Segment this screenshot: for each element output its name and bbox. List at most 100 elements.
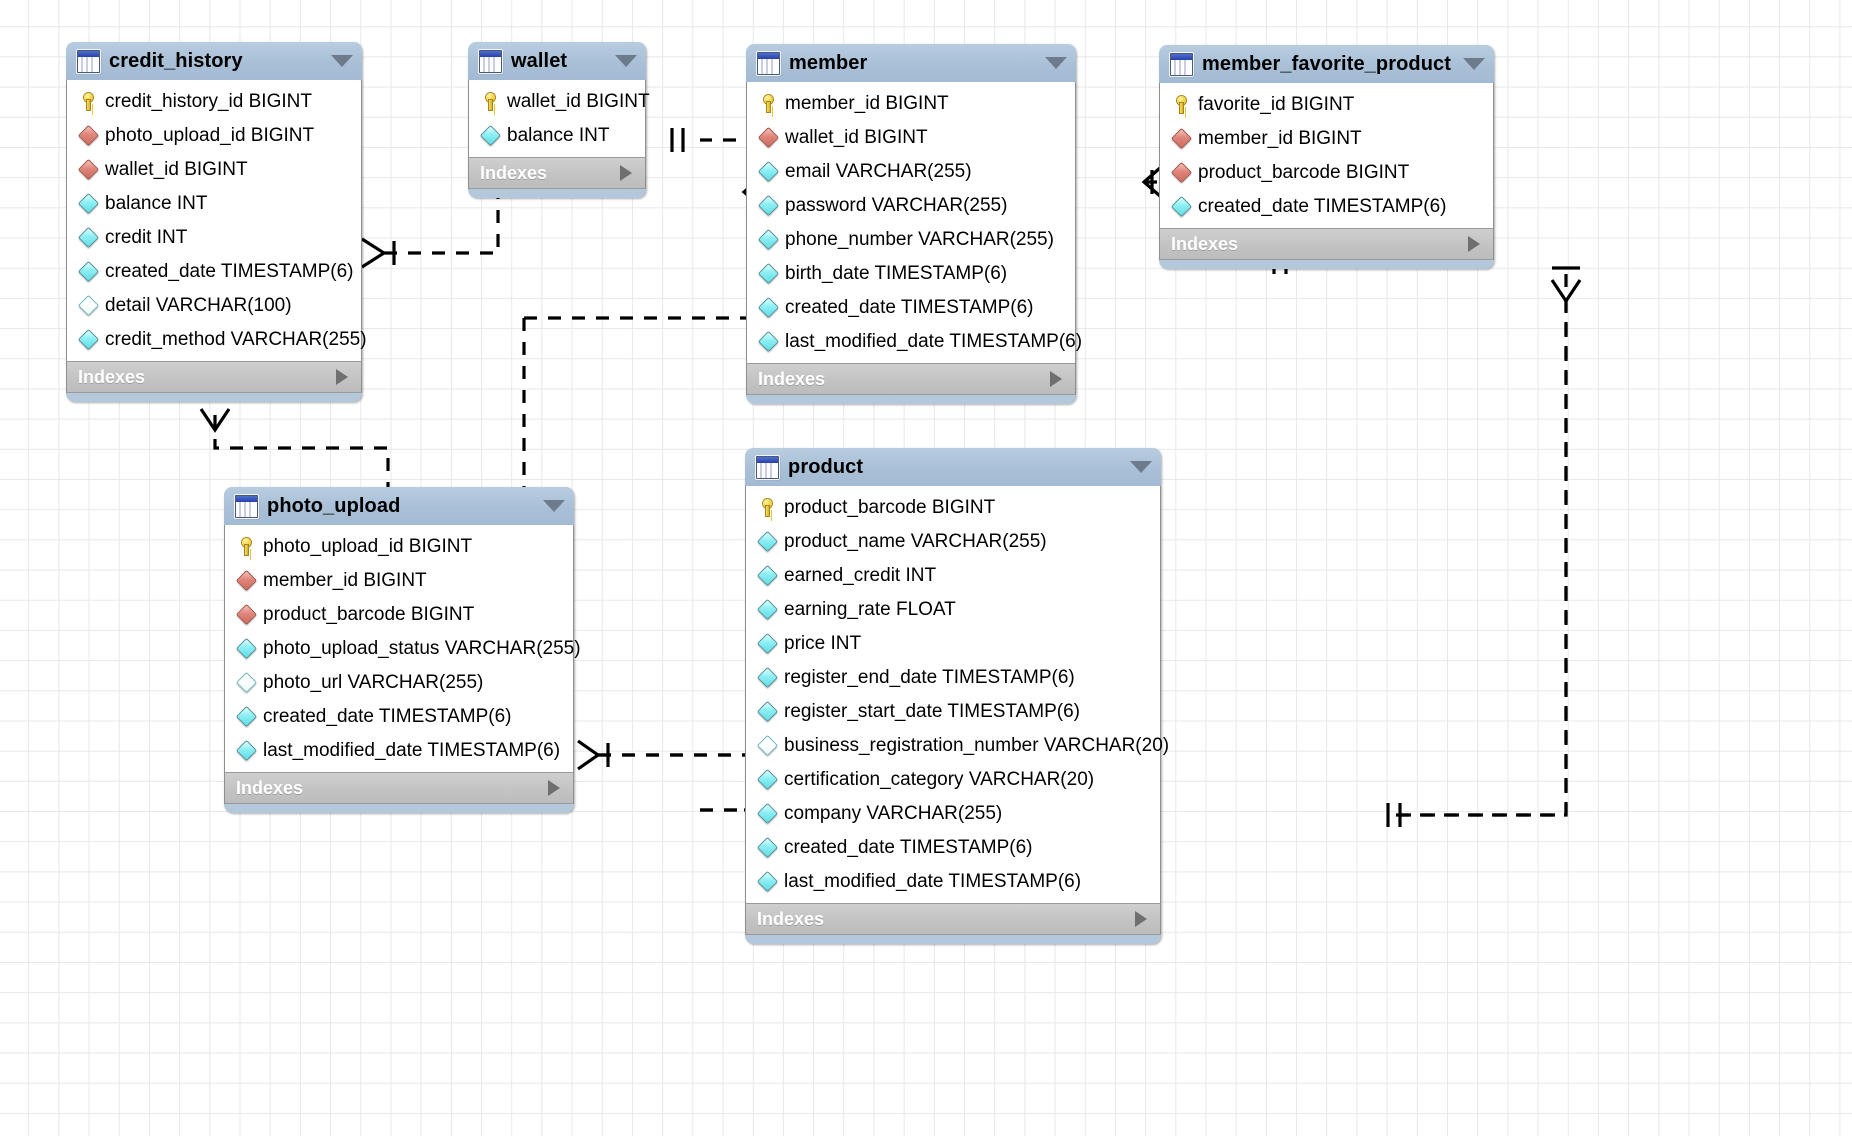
column-row[interactable]: product_barcode BIGINT [1160,155,1493,189]
chevron-down-icon[interactable] [1463,58,1485,70]
table-name: member_favorite_product [1202,52,1452,75]
column-row[interactable]: photo_upload_id BIGINT [67,118,361,152]
diamond-cyan-icon [756,768,778,790]
column-icon [77,294,99,316]
diamond-cyan-icon [756,700,778,722]
diamond-cyan-icon [756,564,778,586]
table-wallet[interactable]: wallet wallet_id BIGINT balance INT Indexes [468,42,650,198]
triangle-right-icon[interactable] [620,165,632,181]
table-product[interactable]: product product_barcode BIGINT product_nam… [745,448,1169,944]
column-row[interactable]: created_date TIMESTAMP(6) [67,254,361,288]
column-icon [235,603,257,625]
column-row[interactable]: earned_credit INT [746,558,1160,592]
triangle-right-icon[interactable] [1050,371,1062,387]
column-row[interactable]: created_date TIMESTAMP(6) [747,290,1075,324]
diamond-cyan-icon [77,192,99,214]
indexes-section-member_favorite_product[interactable]: Indexes [1159,228,1494,260]
column-row[interactable]: last_modified_date TIMESTAMP(6) [747,324,1082,358]
column-label: wallet_id BIGINT [507,90,650,112]
column-label: created_date TIMESTAMP(6) [1198,195,1447,217]
table-credit_history[interactable]: credit_history credit_history_id BIGINT ph… [66,42,367,402]
column-row[interactable]: created_date TIMESTAMP(6) [746,830,1160,864]
chevron-down-icon[interactable] [331,55,353,67]
column-label: product_barcode BIGINT [1198,161,1410,183]
column-row[interactable]: product_barcode BIGINT [746,490,1160,524]
column-row[interactable]: business_registration_number VARCHAR(20) [746,728,1169,762]
column-row[interactable]: product_barcode BIGINT [225,597,573,631]
table-member[interactable]: member member_id BIGINT wallet_id BIGINT em… [746,44,1082,404]
column-row[interactable]: photo_url VARCHAR(255) [225,665,573,699]
chevron-down-icon[interactable] [1130,461,1152,473]
column-row[interactable]: member_id BIGINT [225,563,573,597]
column-row[interactable]: favorite_id BIGINT [1160,87,1493,121]
triangle-right-icon[interactable] [1468,236,1480,252]
column-row[interactable]: wallet_id BIGINT [469,84,650,118]
table-name: photo_upload [267,494,401,517]
chevron-down-icon[interactable] [543,500,565,512]
column-label: earned_credit INT [784,564,937,586]
indexes-section-wallet[interactable]: Indexes [468,157,646,189]
table-header-credit_history[interactable]: credit_history [66,42,362,80]
chevron-down-icon[interactable] [1045,57,1067,69]
indexes-label: Indexes [1171,233,1239,254]
column-row[interactable]: wallet_id BIGINT [67,152,361,186]
indexes-section-member[interactable]: Indexes [746,363,1076,395]
column-row[interactable]: password VARCHAR(255) [747,188,1075,222]
column-row[interactable]: photo_upload_status VARCHAR(255) [225,631,581,665]
column-row[interactable]: wallet_id BIGINT [747,120,1075,154]
column-row[interactable]: birth_date TIMESTAMP(6) [747,256,1075,290]
table-photo_upload[interactable]: photo_upload photo_upload_id BIGINT member… [224,487,581,813]
triangle-right-icon[interactable] [548,780,560,796]
indexes-section-product[interactable]: Indexes [745,903,1161,935]
column-row[interactable]: created_date TIMESTAMP(6) [1160,189,1493,223]
indexes-section-photo_upload[interactable]: Indexes [224,772,574,804]
relationship-mfp-product[interactable] [1395,274,1568,817]
column-row[interactable]: balance INT [67,186,361,220]
er-diagram-canvas[interactable]: credit_history credit_history_id BIGINT ph… [0,0,1852,1136]
column-row[interactable]: register_end_date TIMESTAMP(6) [746,660,1160,694]
diamond-cyan-icon [757,262,779,284]
column-row[interactable]: credit_method VARCHAR(255) [67,322,367,356]
column-row[interactable]: phone_number VARCHAR(255) [747,222,1075,256]
column-icon [77,260,99,282]
chevron-down-icon[interactable] [615,55,637,67]
diamond-red-icon [1170,161,1192,183]
column-row[interactable]: balance INT [469,118,645,152]
table-member_favorite_product[interactable]: member_favorite_product favorite_id BIGIN… [1159,45,1494,269]
column-row[interactable]: detail VARCHAR(100) [67,288,361,322]
table-header-member_favorite_product[interactable]: member_favorite_product [1159,45,1494,83]
column-row[interactable]: member_id BIGINT [747,86,1075,120]
table-header-member[interactable]: member [746,44,1076,82]
triangle-right-icon[interactable] [336,369,348,385]
column-icon [235,569,257,591]
column-icon [756,530,778,552]
diamond-red-icon [77,124,99,146]
column-row[interactable]: certification_category VARCHAR(20) [746,762,1160,796]
column-row[interactable]: register_start_date TIMESTAMP(6) [746,694,1160,728]
table-header-photo_upload[interactable]: photo_upload [224,487,574,525]
column-icon [756,564,778,586]
diamond-cyan-icon [479,124,501,146]
crowfoot-many [577,739,601,771]
column-row[interactable]: created_date TIMESTAMP(6) [225,699,573,733]
column-row[interactable]: credit INT [67,220,361,254]
column-icon [756,870,778,892]
column-row[interactable]: last_modified_date TIMESTAMP(6) [225,733,573,767]
column-row[interactable]: photo_upload_id BIGINT [225,529,573,563]
triangle-right-icon[interactable] [1135,911,1147,927]
column-row[interactable]: last_modified_date TIMESTAMP(6) [746,864,1160,898]
column-row[interactable]: company VARCHAR(255) [746,796,1160,830]
column-label: email VARCHAR(255) [785,160,972,182]
key-icon [83,92,94,110]
indexes-section-credit_history[interactable]: Indexes [66,361,362,393]
table-header-product[interactable]: product [745,448,1161,486]
column-row[interactable]: price INT [746,626,1160,660]
column-row[interactable]: credit_history_id BIGINT [67,84,361,118]
column-row[interactable]: member_id BIGINT [1160,121,1493,155]
table-header-wallet[interactable]: wallet [468,42,646,80]
column-row[interactable]: email VARCHAR(255) [747,154,1075,188]
column-row[interactable]: product_name VARCHAR(255) [746,524,1160,558]
column-label: product_barcode BIGINT [263,603,475,625]
column-row[interactable]: earning_rate FLOAT [746,592,1160,626]
diamond-red-icon [1170,127,1192,149]
